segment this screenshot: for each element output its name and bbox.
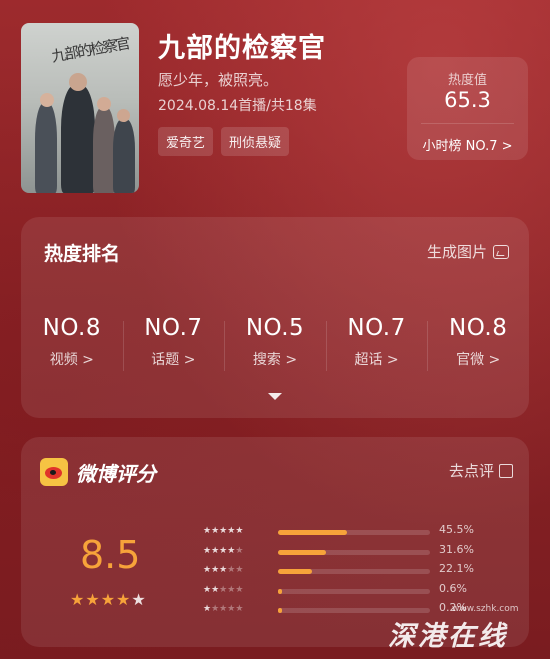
rating-bar-track [278,549,430,555]
ranking-number: NO.5 [245,315,305,341]
ranking-item-super-topic[interactable]: NO.7 超话 > [325,315,428,371]
rating-percent: 22.1% [439,562,474,575]
rating-bar-track [278,569,430,574]
tag-platform[interactable]: 爱奇艺 [158,127,214,156]
ranking-category: 官微 > [456,352,501,368]
weibo-logo-icon [40,458,68,486]
rating-percent: 31.6% [439,542,474,556]
watermark-text: 深港在线 [388,621,508,652]
star-icon: ★ [70,590,85,609]
ranking-number: NO.8 [449,315,508,341]
rating-bar-fill [278,588,282,594]
write-review-button[interactable]: 去点评 [449,460,513,481]
row-stars: ★★★★★ [203,604,243,614]
ranking-number: NO.7 [347,315,406,341]
star-icon: ★ [211,565,220,575]
heat-ranking-card: 热度排名 生成图片 NO.8 视频 > NO.7 话题 > NO.5 搜索 > … [21,217,529,418]
star-icon: ★ [203,565,212,575]
show-poster[interactable]: 九部的检察官 [21,23,139,193]
heat-value: 65.3 [444,88,491,112]
hourly-rank-link[interactable]: 小时榜 NO.7 > [407,135,528,154]
star-icon: ★ [116,590,131,609]
star-icon: ★ [235,545,244,556]
ranking-category: 搜索 > [252,352,298,368]
ranking-title: 热度排名 [44,243,121,265]
heat-label: 热度值 [447,73,487,88]
show-tagline: 愿少年，被照亮。 [158,71,279,89]
ranking-item-video[interactable]: NO.8 视频 > [21,315,123,369]
rating-bar-fill [278,569,312,574]
star-icon: ★ [235,604,244,614]
ranking-item-topic[interactable]: NO.7 话题 > [122,315,225,371]
ranking-category: 超话 > [354,352,399,368]
rating-score: 8.5 [80,533,141,577]
weibo-rating-title: 微博评分 [76,462,156,486]
image-icon [493,244,509,259]
ranking-list: NO.8 视频 > NO.7 话题 > NO.5 搜索 > NO.7 超话 > … [21,315,529,371]
ranking-item-search[interactable]: NO.5 搜索 > [224,315,326,371]
star-icon: ★ [203,604,212,614]
rating-percent: 0.6% [439,581,467,595]
generate-image-button[interactable]: 生成图片 [427,241,509,262]
tag-list: 爱奇艺 刑侦悬疑 [158,127,290,156]
rating-bar-fill [278,530,348,535]
rating-bar-track [278,530,430,535]
row-stars: ★★★★★ [203,526,243,536]
show-title: 九部的检察官 [158,33,326,64]
poster-calligraphy: 九部的检察官 [50,34,131,66]
star-icon: ★ [203,584,212,595]
star-icon: ★ [235,565,244,575]
star-icon: ★ [100,590,116,609]
row-stars: ★★★★★ [203,546,243,556]
ranking-item-official[interactable]: NO.8 官微 > [427,315,529,371]
rating-distribution: ★★★★★ 45.5% ★★★★★ 31.6% ★★★★★ 22.1% ★★★★★ 0.6% ★… [203,523,493,624]
star-icon: ★ [85,590,100,609]
air-info: 2024.08.14首播/共18集 [158,98,317,114]
ranking-category: 话题 > [151,352,196,368]
expand-caret-icon[interactable] [268,393,282,400]
rating-stars: ★ ★ ★ ★ ★ [70,590,146,609]
star-icon: ★ [211,526,220,536]
rating-percent: 45.5% [439,523,474,536]
ranking-number: NO.8 [42,315,101,341]
star-icon: ★ [235,526,244,536]
generate-image-label: 生成图片 [426,243,487,261]
edit-icon [499,463,513,478]
rating-bar-track [278,588,430,594]
write-review-label: 去点评 [448,462,494,480]
ranking-category: 视频 > [49,352,94,368]
rating-bar-fill [278,608,282,613]
star-icon: ★ [203,545,212,556]
row-stars: ★★★★★ [203,585,243,595]
star-icon: ★ [235,584,244,595]
heat-card[interactable]: 热度值 65.3 小时榜 NO.7 > [407,57,528,160]
star-icon: ★ [211,604,220,614]
star-icon: ★ [203,526,212,536]
star-icon: ★ [131,590,146,609]
ranking-number: NO.7 [144,315,203,341]
tag-genre[interactable]: 刑侦悬疑 [221,127,290,156]
row-stars: ★★★★★ [203,565,243,575]
rating-bar-track [278,608,430,613]
star-icon: ★ [211,545,220,556]
divider [421,123,514,124]
star-icon: ★ [211,584,220,595]
watermark-url: www.szhk.com [452,604,519,614]
rating-bar-fill [278,549,327,555]
